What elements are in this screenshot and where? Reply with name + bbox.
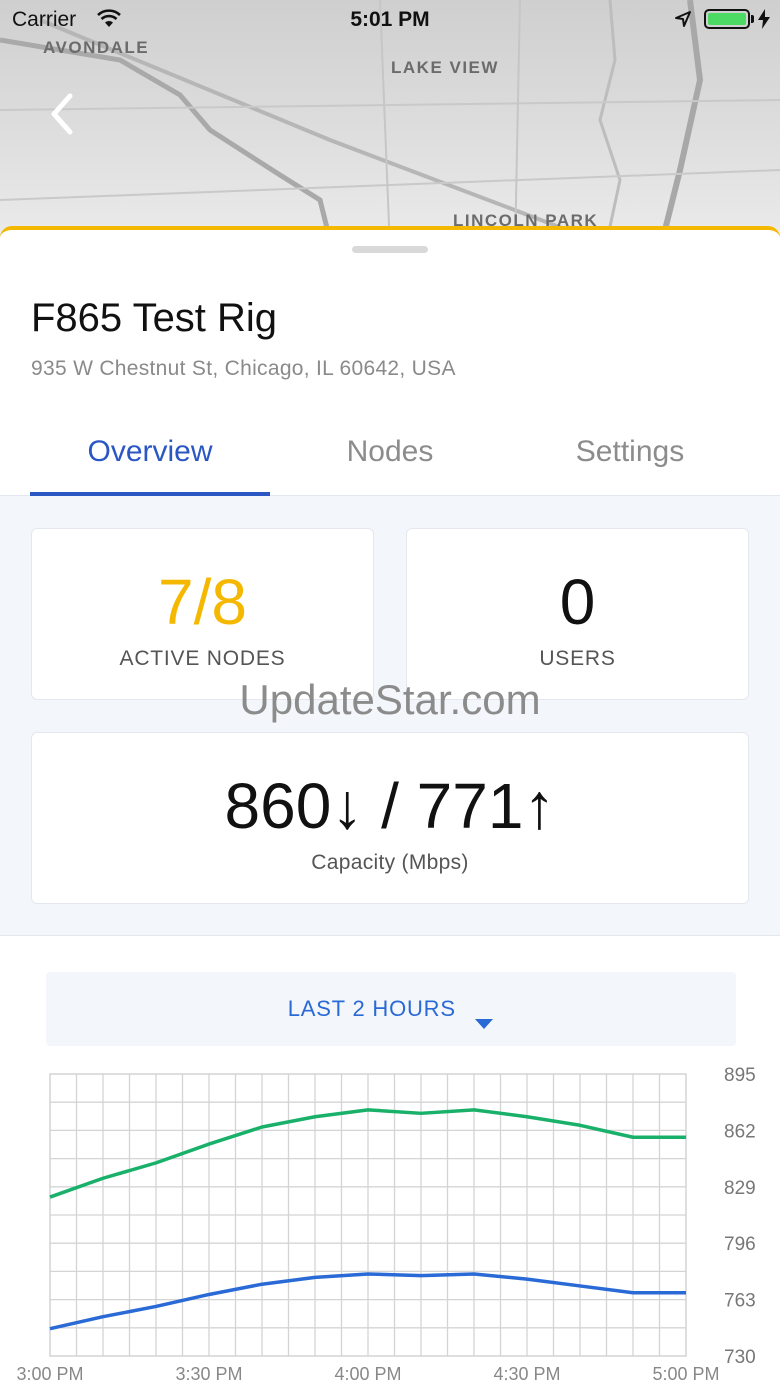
x-tick-label: 5:00 PM <box>652 1364 719 1384</box>
capacity-value: 860↓ / 771↑ <box>224 770 556 842</box>
map-label-lake-view: LAKE VIEW <box>391 58 499 77</box>
users-card[interactable]: 0 USERS <box>406 528 749 700</box>
x-tick-label: 4:00 PM <box>334 1364 401 1384</box>
clock: 5:01 PM <box>350 8 430 31</box>
y-tick-label: 829 <box>724 1178 756 1199</box>
y-tick-label: 730 <box>724 1347 756 1368</box>
y-tick-label: 796 <box>724 1234 756 1255</box>
back-chevron-icon[interactable] <box>42 90 82 138</box>
y-tick-label: 763 <box>724 1291 756 1312</box>
time-range-selector[interactable]: LAST 2 HOURS <box>46 972 736 1046</box>
tab-bar: Overview Nodes Settings <box>0 410 780 496</box>
capacity-card[interactable]: 860↓ / 771↑ Capacity (Mbps) <box>31 732 749 904</box>
charging-bolt-icon <box>758 9 770 29</box>
time-range-label: LAST 2 HOURS <box>287 996 456 1021</box>
x-tick-label: 3:30 PM <box>175 1364 242 1384</box>
capacity-label: Capacity (Mbps) <box>311 851 469 874</box>
capacity-chart: 895 862 829 796 763 730 3:00 PM 3:30 PM 4:00 PM 4… <box>16 1066 756 1384</box>
dropdown-caret-icon <box>475 1018 494 1029</box>
active-nodes-card[interactable]: 7/8 ACTIVE NODES <box>31 528 374 700</box>
map-label-avondale: AVONDALE <box>43 38 150 57</box>
y-tick-label: 895 <box>724 1066 756 1086</box>
sheet-grabber[interactable] <box>352 246 428 253</box>
site-address: 935 W Chestnut St, Chicago, IL 60642, US… <box>31 357 456 380</box>
site-details-sheet: F865 Test Rig 935 W Chestnut St, Chicago… <box>0 226 780 1387</box>
status-bar: Carrier 5:01 PM <box>0 0 780 40</box>
x-tick-label: 3:00 PM <box>16 1364 83 1384</box>
location-arrow-icon <box>675 11 691 27</box>
x-tick-label: 4:30 PM <box>493 1364 560 1384</box>
tab-overview[interactable]: Overview <box>30 410 270 496</box>
battery-cap <box>751 15 754 23</box>
watermark: UpdateStar.com <box>239 676 541 723</box>
battery-icon <box>704 9 750 29</box>
tab-settings[interactable]: Settings <box>510 410 750 496</box>
active-nodes-value: 7/8 <box>158 566 247 638</box>
y-tick-label: 862 <box>724 1121 756 1142</box>
users-label: USERS <box>539 647 616 670</box>
site-title: F865 Test Rig <box>31 296 278 340</box>
active-nodes-label: ACTIVE NODES <box>119 647 286 670</box>
users-value: 0 <box>559 566 596 638</box>
tab-nodes[interactable]: Nodes <box>270 410 510 496</box>
